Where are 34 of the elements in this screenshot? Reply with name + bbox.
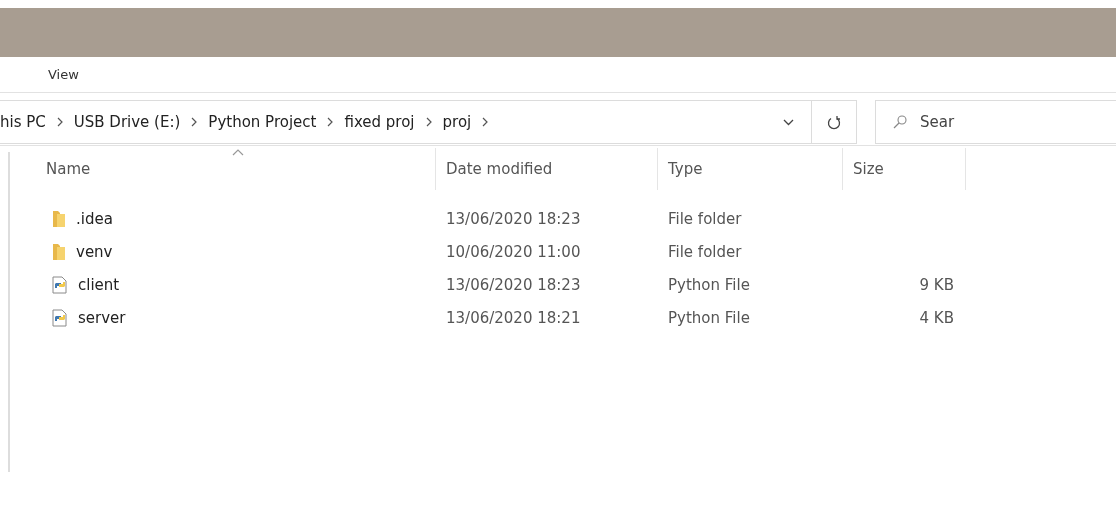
column-header[interactable]: Type bbox=[658, 148, 843, 190]
breadcrumb-item[interactable]: proj bbox=[442, 113, 472, 131]
type-cell-text: File folder bbox=[667, 242, 743, 261]
file-name[interactable]: venv bbox=[76, 242, 113, 261]
menu-item[interactable]: View bbox=[48, 67, 79, 82]
column-header[interactable]: Size bbox=[843, 148, 966, 190]
refresh-icon bbox=[827, 114, 841, 130]
file-name[interactable]: client bbox=[78, 275, 120, 294]
search-field[interactable]: Sear bbox=[875, 100, 1116, 144]
type-cell-text: Python File bbox=[667, 308, 751, 327]
file-name[interactable]: server bbox=[78, 308, 126, 327]
breadcrumb-item[interactable]: Python Project bbox=[208, 113, 317, 131]
date-modified-cell-text: 13/06/2020 18:23 bbox=[445, 275, 582, 294]
date-modified-cell-text: 10/06/2020 11:00 bbox=[445, 242, 582, 261]
type-cell-text: File folder bbox=[667, 209, 743, 228]
folder-icon bbox=[52, 242, 66, 261]
breadcrumb-item[interactable]: fixed proj bbox=[344, 113, 415, 131]
address-bar[interactable]: his PC USB Drive (E:) Python Project fixed proj proj bbox=[0, 100, 857, 144]
column-header[interactable]: Date modified bbox=[436, 148, 658, 190]
sort-ascending-icon bbox=[232, 148, 244, 156]
file-name[interactable]: .idea bbox=[76, 209, 113, 228]
breadcrumb-item[interactable]: USB Drive (E:) bbox=[73, 113, 181, 131]
date-modified-cell-text: 13/06/2020 18:21 bbox=[445, 308, 582, 327]
search-icon bbox=[893, 115, 907, 129]
column-header[interactable]: Name bbox=[10, 148, 436, 190]
breadcrumb-item[interactable]: his PC bbox=[0, 113, 46, 131]
size-cell-text: 4 KB bbox=[919, 308, 955, 327]
folder-icon bbox=[52, 209, 66, 228]
type-cell-text: Python File bbox=[667, 275, 751, 294]
python-file-icon bbox=[52, 308, 68, 327]
python-file-icon bbox=[52, 275, 68, 294]
date-modified-cell-text: 13/06/2020 18:23 bbox=[445, 209, 582, 228]
size-cell-text: 9 KB bbox=[919, 275, 955, 294]
chevron-down-icon bbox=[783, 118, 794, 126]
